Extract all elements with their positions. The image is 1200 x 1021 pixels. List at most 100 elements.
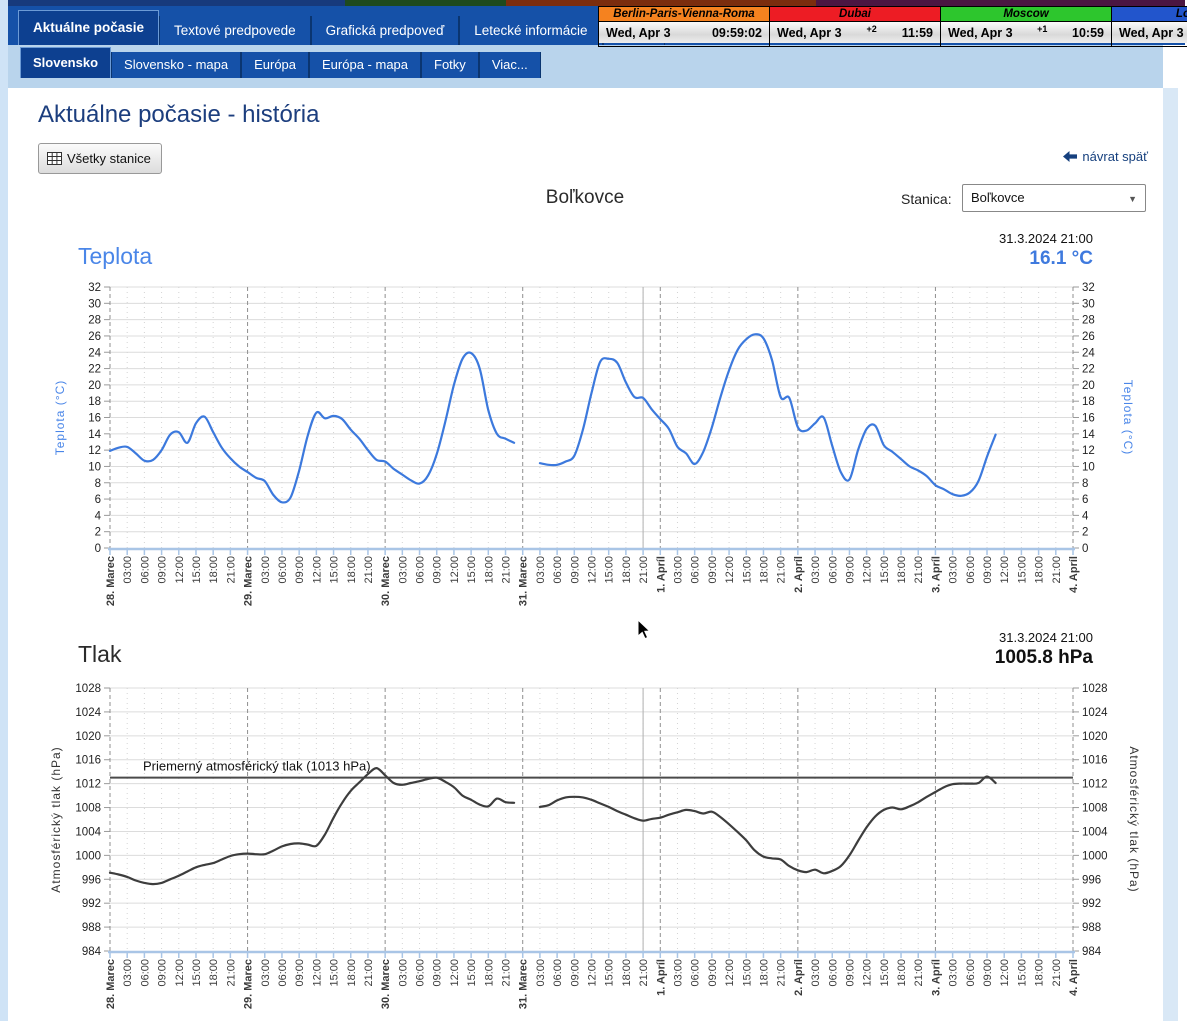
subtab-viac[interactable]: Viac... — [479, 52, 541, 78]
svg-text:Atmosférický tlak (hPa): Atmosférický tlak (hPa) — [49, 746, 63, 892]
weather-history-page: Aktuálne počasie Textové predpovede Graf… — [0, 0, 1200, 1021]
sub-nav: Slovensko Slovensko - mapa Európa Európa… — [8, 45, 1163, 88]
svg-text:996: 996 — [82, 874, 101, 886]
back-link[interactable]: návrat späť — [1063, 149, 1148, 164]
svg-text:8: 8 — [95, 478, 101, 490]
tab-letecke-informacie[interactable]: Letecké informácie — [459, 16, 602, 45]
subtab-europa[interactable]: Európa — [241, 52, 309, 78]
svg-text:21:00: 21:00 — [776, 959, 788, 987]
table-grid-icon — [47, 152, 62, 165]
svg-text:1008: 1008 — [75, 803, 101, 815]
svg-text:18:00: 18:00 — [758, 556, 770, 584]
svg-text:06:00: 06:00 — [827, 959, 839, 987]
svg-text:06:00: 06:00 — [139, 959, 151, 987]
svg-text:18:00: 18:00 — [1034, 959, 1046, 987]
svg-text:06:00: 06:00 — [552, 959, 564, 987]
clock-moscow: Moscow Wed, Apr 3 +1 10:59 — [940, 6, 1112, 47]
svg-text:21:00: 21:00 — [501, 959, 513, 987]
svg-text:06:00: 06:00 — [415, 959, 427, 987]
svg-text:1012: 1012 — [75, 779, 101, 791]
svg-text:1028: 1028 — [1082, 683, 1108, 695]
svg-text:24: 24 — [1082, 347, 1095, 359]
svg-text:0: 0 — [95, 543, 101, 555]
svg-text:21:00: 21:00 — [913, 556, 925, 584]
svg-text:18:00: 18:00 — [346, 556, 358, 584]
svg-text:09:00: 09:00 — [982, 556, 994, 584]
svg-text:12:00: 12:00 — [999, 959, 1011, 987]
svg-text:09:00: 09:00 — [569, 959, 581, 987]
svg-text:1024: 1024 — [1082, 707, 1108, 719]
svg-text:15:00: 15:00 — [879, 959, 891, 987]
svg-text:09:00: 09:00 — [844, 556, 856, 584]
subtab-europa-mapa[interactable]: Európa - mapa — [309, 52, 421, 78]
svg-text:12:00: 12:00 — [724, 959, 736, 987]
svg-text:18: 18 — [88, 396, 101, 408]
svg-text:28. Marec: 28. Marec — [105, 556, 117, 606]
svg-text:21:00: 21:00 — [363, 959, 375, 987]
svg-text:10: 10 — [88, 461, 101, 473]
all-stations-button[interactable]: Všetky stanice — [38, 143, 162, 174]
svg-text:15:00: 15:00 — [191, 959, 203, 987]
svg-text:09:00: 09:00 — [294, 556, 306, 584]
svg-text:15:00: 15:00 — [741, 556, 753, 584]
subtab-fotky[interactable]: Fotky — [421, 52, 479, 78]
station-select-label: Stanica: — [901, 191, 952, 207]
svg-text:09:00: 09:00 — [157, 556, 169, 584]
svg-text:18:00: 18:00 — [208, 959, 220, 987]
svg-text:12:00: 12:00 — [724, 556, 736, 584]
clock-city-label: Berlin-Paris-Vienna-Roma — [599, 7, 769, 21]
svg-text:18:00: 18:00 — [758, 959, 770, 987]
svg-text:03:00: 03:00 — [122, 556, 134, 584]
svg-text:06:00: 06:00 — [827, 556, 839, 584]
svg-text:03:00: 03:00 — [948, 959, 960, 987]
clock-date: Wed, Apr 3 — [1119, 26, 1184, 40]
svg-text:1020: 1020 — [75, 731, 101, 743]
tab-graficka-predpoved[interactable]: Grafická predpoveď — [311, 16, 460, 45]
page-title: Aktuálne počasie - história — [38, 101, 319, 129]
svg-text:20: 20 — [1082, 380, 1095, 392]
svg-text:15:00: 15:00 — [329, 959, 341, 987]
svg-text:03:00: 03:00 — [948, 556, 960, 584]
svg-text:1004: 1004 — [75, 826, 101, 838]
svg-text:20: 20 — [88, 380, 101, 392]
clock-date: Wed, Apr 3 — [777, 26, 842, 40]
svg-text:30. Marec: 30. Marec — [380, 556, 392, 606]
svg-text:Teplota (°C): Teplota (°C) — [1121, 380, 1135, 456]
subtab-slovensko[interactable]: Slovensko — [20, 47, 111, 78]
svg-text:06:00: 06:00 — [965, 959, 977, 987]
temperature-timestamp: 31.3.2024 21:00 — [999, 231, 1093, 246]
station-select[interactable]: Boľkovce ▼ — [962, 184, 1146, 212]
svg-text:12:00: 12:00 — [449, 959, 461, 987]
svg-text:12:00: 12:00 — [999, 556, 1011, 584]
subtab-slovensko-mapa[interactable]: Slovensko - mapa — [111, 52, 241, 78]
pressure-chart-title: Tlak — [78, 641, 121, 668]
svg-text:12:00: 12:00 — [862, 959, 874, 987]
svg-text:14: 14 — [1082, 429, 1095, 441]
svg-text:14: 14 — [88, 429, 101, 441]
tab-aktualne-pocasie[interactable]: Aktuálne počasie — [18, 10, 159, 45]
svg-text:15:00: 15:00 — [604, 556, 616, 584]
svg-text:12: 12 — [88, 445, 101, 457]
svg-text:6: 6 — [95, 494, 101, 506]
svg-text:21:00: 21:00 — [913, 959, 925, 987]
svg-text:06:00: 06:00 — [552, 556, 564, 584]
tab-textove-predpovede[interactable]: Textové predpovede — [159, 16, 311, 45]
svg-text:18:00: 18:00 — [621, 959, 633, 987]
svg-text:15:00: 15:00 — [741, 959, 753, 987]
svg-text:15:00: 15:00 — [191, 556, 203, 584]
svg-text:12:00: 12:00 — [174, 959, 186, 987]
svg-text:12:00: 12:00 — [587, 556, 599, 584]
svg-text:06:00: 06:00 — [415, 556, 427, 584]
svg-text:988: 988 — [1082, 922, 1101, 934]
all-stations-label: Všetky stanice — [67, 151, 151, 166]
station-select-value: Boľkovce — [971, 190, 1025, 205]
svg-text:21:00: 21:00 — [501, 556, 513, 584]
back-link-label: návrat späť — [1082, 149, 1148, 164]
temperature-chart: 0022446688101012121414161618182020222224… — [0, 278, 1200, 618]
svg-text:21:00: 21:00 — [225, 959, 237, 987]
svg-text:21:00: 21:00 — [1051, 959, 1063, 987]
world-clocks: Berlin-Paris-Vienna-Roma Wed, Apr 3 09:5… — [598, 6, 1187, 47]
svg-text:4: 4 — [95, 510, 102, 522]
svg-text:24: 24 — [88, 347, 101, 359]
clock-city-label: Moscow — [941, 7, 1111, 21]
